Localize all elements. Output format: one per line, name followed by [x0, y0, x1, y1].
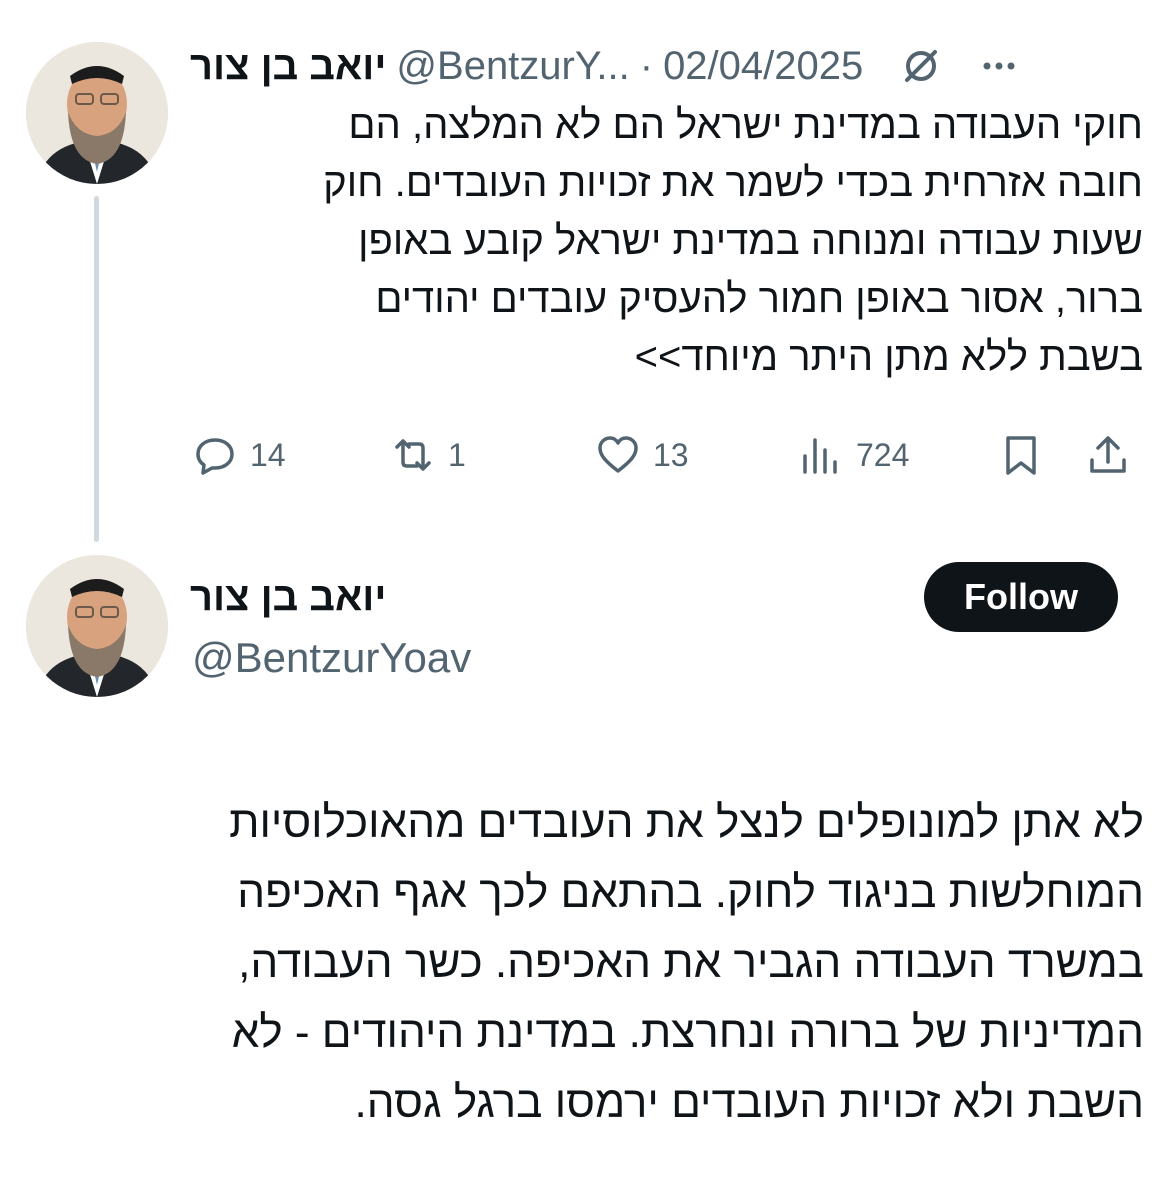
- tweet-text: לא אתן למונופלים לנצל את העובדים מהאוכלו…: [80, 788, 1144, 1138]
- user-handle[interactable]: @BentzurYoav: [192, 634, 471, 682]
- share-button[interactable]: [1085, 425, 1131, 485]
- tweet-text-line: חוקי העבודה במדינת ישראל הם לא המלצה, הם: [348, 103, 1143, 147]
- like-count: 13: [653, 436, 689, 473]
- repost-button[interactable]: 1: [390, 425, 466, 485]
- follow-button[interactable]: Follow: [924, 562, 1118, 632]
- like-icon: [598, 436, 638, 473]
- avatar[interactable]: [26, 555, 168, 697]
- tweet-text-line: במשרד העבודה הגביר את האכיפה. כשר העבודה…: [238, 938, 1144, 987]
- avatar[interactable]: [26, 42, 168, 184]
- grok-icon[interactable]: [899, 44, 943, 88]
- reply-icon: [196, 438, 234, 475]
- tweet-action-bar: 14 1 13 724: [190, 425, 1140, 485]
- tweet-date[interactable]: 02/04/2025: [663, 44, 863, 89]
- user-handle[interactable]: @BentzurY...: [396, 44, 629, 89]
- tweet-text: חוקי העבודה במדינת ישראל הם לא המלצה, הם…: [185, 96, 1143, 386]
- separator-dot: ·: [639, 43, 654, 88]
- tweet-text-line: ברור, אסור באופן חמור להעסיק עובדים יהוד…: [375, 277, 1143, 321]
- bookmark-button[interactable]: [998, 425, 1044, 485]
- views-button[interactable]: 724: [798, 425, 909, 485]
- display-name[interactable]: יואב בן צור: [190, 44, 386, 89]
- tweet-text-line: המדיניות של ברורה ונחרצת. במדינת היהודים…: [231, 1008, 1144, 1057]
- views-icon: [803, 438, 837, 474]
- more-icon[interactable]: [977, 44, 1021, 88]
- share-icon: [1090, 436, 1126, 473]
- reply-button[interactable]: 14: [192, 425, 286, 485]
- repost-icon: [395, 439, 431, 471]
- thread-connector-line: [94, 196, 99, 542]
- tweet-text-line: המוחלשות בניגוד לחוק. בהתאם לכך אגף האכי…: [237, 868, 1144, 917]
- repost-count: 1: [448, 436, 466, 473]
- tweet-text-line: השבת ולא זכויות העובדים ירמסו ברגל גסה.: [354, 1078, 1144, 1127]
- views-count: 724: [856, 436, 910, 473]
- avatar-photo: [26, 555, 168, 697]
- tweet-text-line: חובה אזרחית בכדי לשמר את זכויות העובדים.…: [323, 161, 1143, 205]
- reply-count: 14: [250, 436, 286, 473]
- tweet-text-line: לא אתן למונופלים לנצל את העובדים מהאוכלו…: [229, 798, 1144, 847]
- avatar-photo: [26, 42, 168, 184]
- tweet-text-line: שעות עבודה ומנוחה במדינת ישראל קובע באופ…: [358, 219, 1143, 263]
- bookmark-icon: [1006, 436, 1036, 475]
- tweet-text-line: בשבת ללא מתן היתר מיוחד>>: [634, 335, 1143, 379]
- tweet-header: יואב בן צור @BentzurY... · 02/04/2025: [190, 38, 1140, 94]
- display-name[interactable]: יואב בן צור: [190, 575, 386, 620]
- like-button[interactable]: 13: [595, 425, 689, 485]
